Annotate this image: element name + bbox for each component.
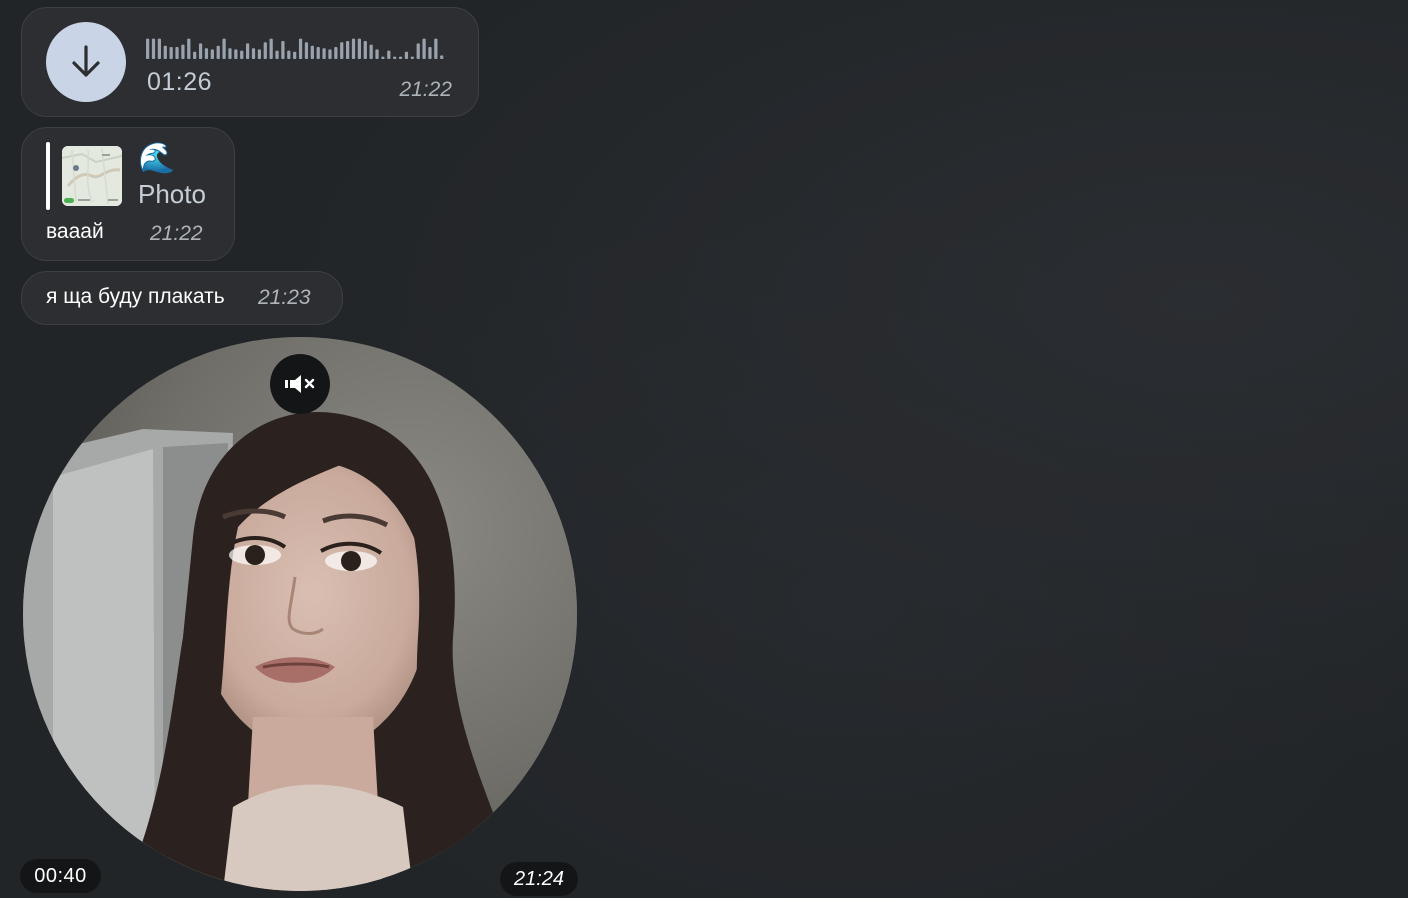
waveform-bar [422,38,426,59]
waveform-bar [187,38,191,59]
arrow-down-icon [72,45,100,77]
waveform-bar [398,56,403,59]
waveform-bar [351,38,356,59]
waveform-bar [169,47,173,59]
waveform-bar [163,45,167,59]
round-video-message[interactable] [23,337,577,891]
chat-area: 01:26 21:22 🌊 Photo вааай 21:22 я ща буд… [0,0,1408,898]
waveform-bar [340,42,344,59]
waveform-bar [328,49,332,59]
waveform-bar [334,47,338,59]
waveform-bar [175,47,179,59]
reply-photo-thumbnail[interactable] [62,146,122,206]
voice-duration: 01:26 [147,68,213,96]
waveform-bar [263,42,267,59]
waveform-bar [251,48,256,59]
waveform-bar [281,41,285,59]
waveform-bar [304,42,309,59]
speaker-muted-icon [285,375,315,393]
waveform-bar [322,48,326,59]
waveform-bar [428,47,432,59]
waveform-bar [369,44,373,59]
reply-quote-bar [46,142,50,210]
waveform-bar [375,49,379,59]
message-time: 21:23 [258,286,311,309]
map-thumbnail-image [62,146,122,206]
waveform-bar [151,38,156,59]
waveform-bar [228,48,232,59]
message-time: 21:24 [500,862,578,896]
waveform-bar [257,49,261,59]
waveform-bar [246,43,250,59]
waveform-bar [181,44,185,59]
reply-photo-label: Photo [138,179,206,209]
waveform-bar [269,38,273,59]
download-button[interactable] [46,22,126,102]
message-time: 21:22 [399,78,452,101]
waveform-bar [157,38,161,59]
waveform-bar [404,51,409,59]
waveform-bar [193,51,197,59]
waveform-bar [310,45,314,59]
waveform-bar [387,50,391,59]
waveform-bar [240,50,244,59]
voice-message-bubble[interactable]: 01:26 21:22 [21,7,479,117]
waveform-bar [316,47,320,59]
waveform-bar [416,43,420,59]
waveform-bar [440,55,444,59]
waveform-bar [198,43,203,59]
waveform-bar [275,50,279,59]
message-time: 21:22 [150,222,203,245]
waveform-bar [222,38,226,59]
message-text: вааай [46,220,104,243]
waveform-bar [210,49,214,59]
voice-waveform[interactable] [146,34,446,60]
mute-toggle-button[interactable] [270,354,330,414]
waveform-bar [298,38,303,59]
waveform-bar [434,38,438,59]
video-frame-image [23,337,577,891]
waveform-bar [287,50,291,59]
waveform-bar [363,41,367,59]
waveform-bar [216,45,220,59]
text-message-bubble[interactable]: я ща буду плакать 21:23 [21,271,343,325]
waveform-bar [234,49,238,59]
waveform-bar [393,56,397,59]
waveform-bar [381,56,385,59]
wave-emoji: 🌊 [138,142,176,175]
waveform-bar [410,56,414,59]
waveform-bar [204,48,209,59]
waveform-bar [357,38,361,59]
video-duration-badge: 00:40 [20,859,101,893]
reply-message-bubble[interactable]: 🌊 Photo вааай 21:22 [21,127,235,261]
waveform-bar [146,38,150,59]
waveform-bar [346,41,350,59]
waveform-bar [293,51,297,59]
message-text: я ща буду плакать [46,285,225,308]
